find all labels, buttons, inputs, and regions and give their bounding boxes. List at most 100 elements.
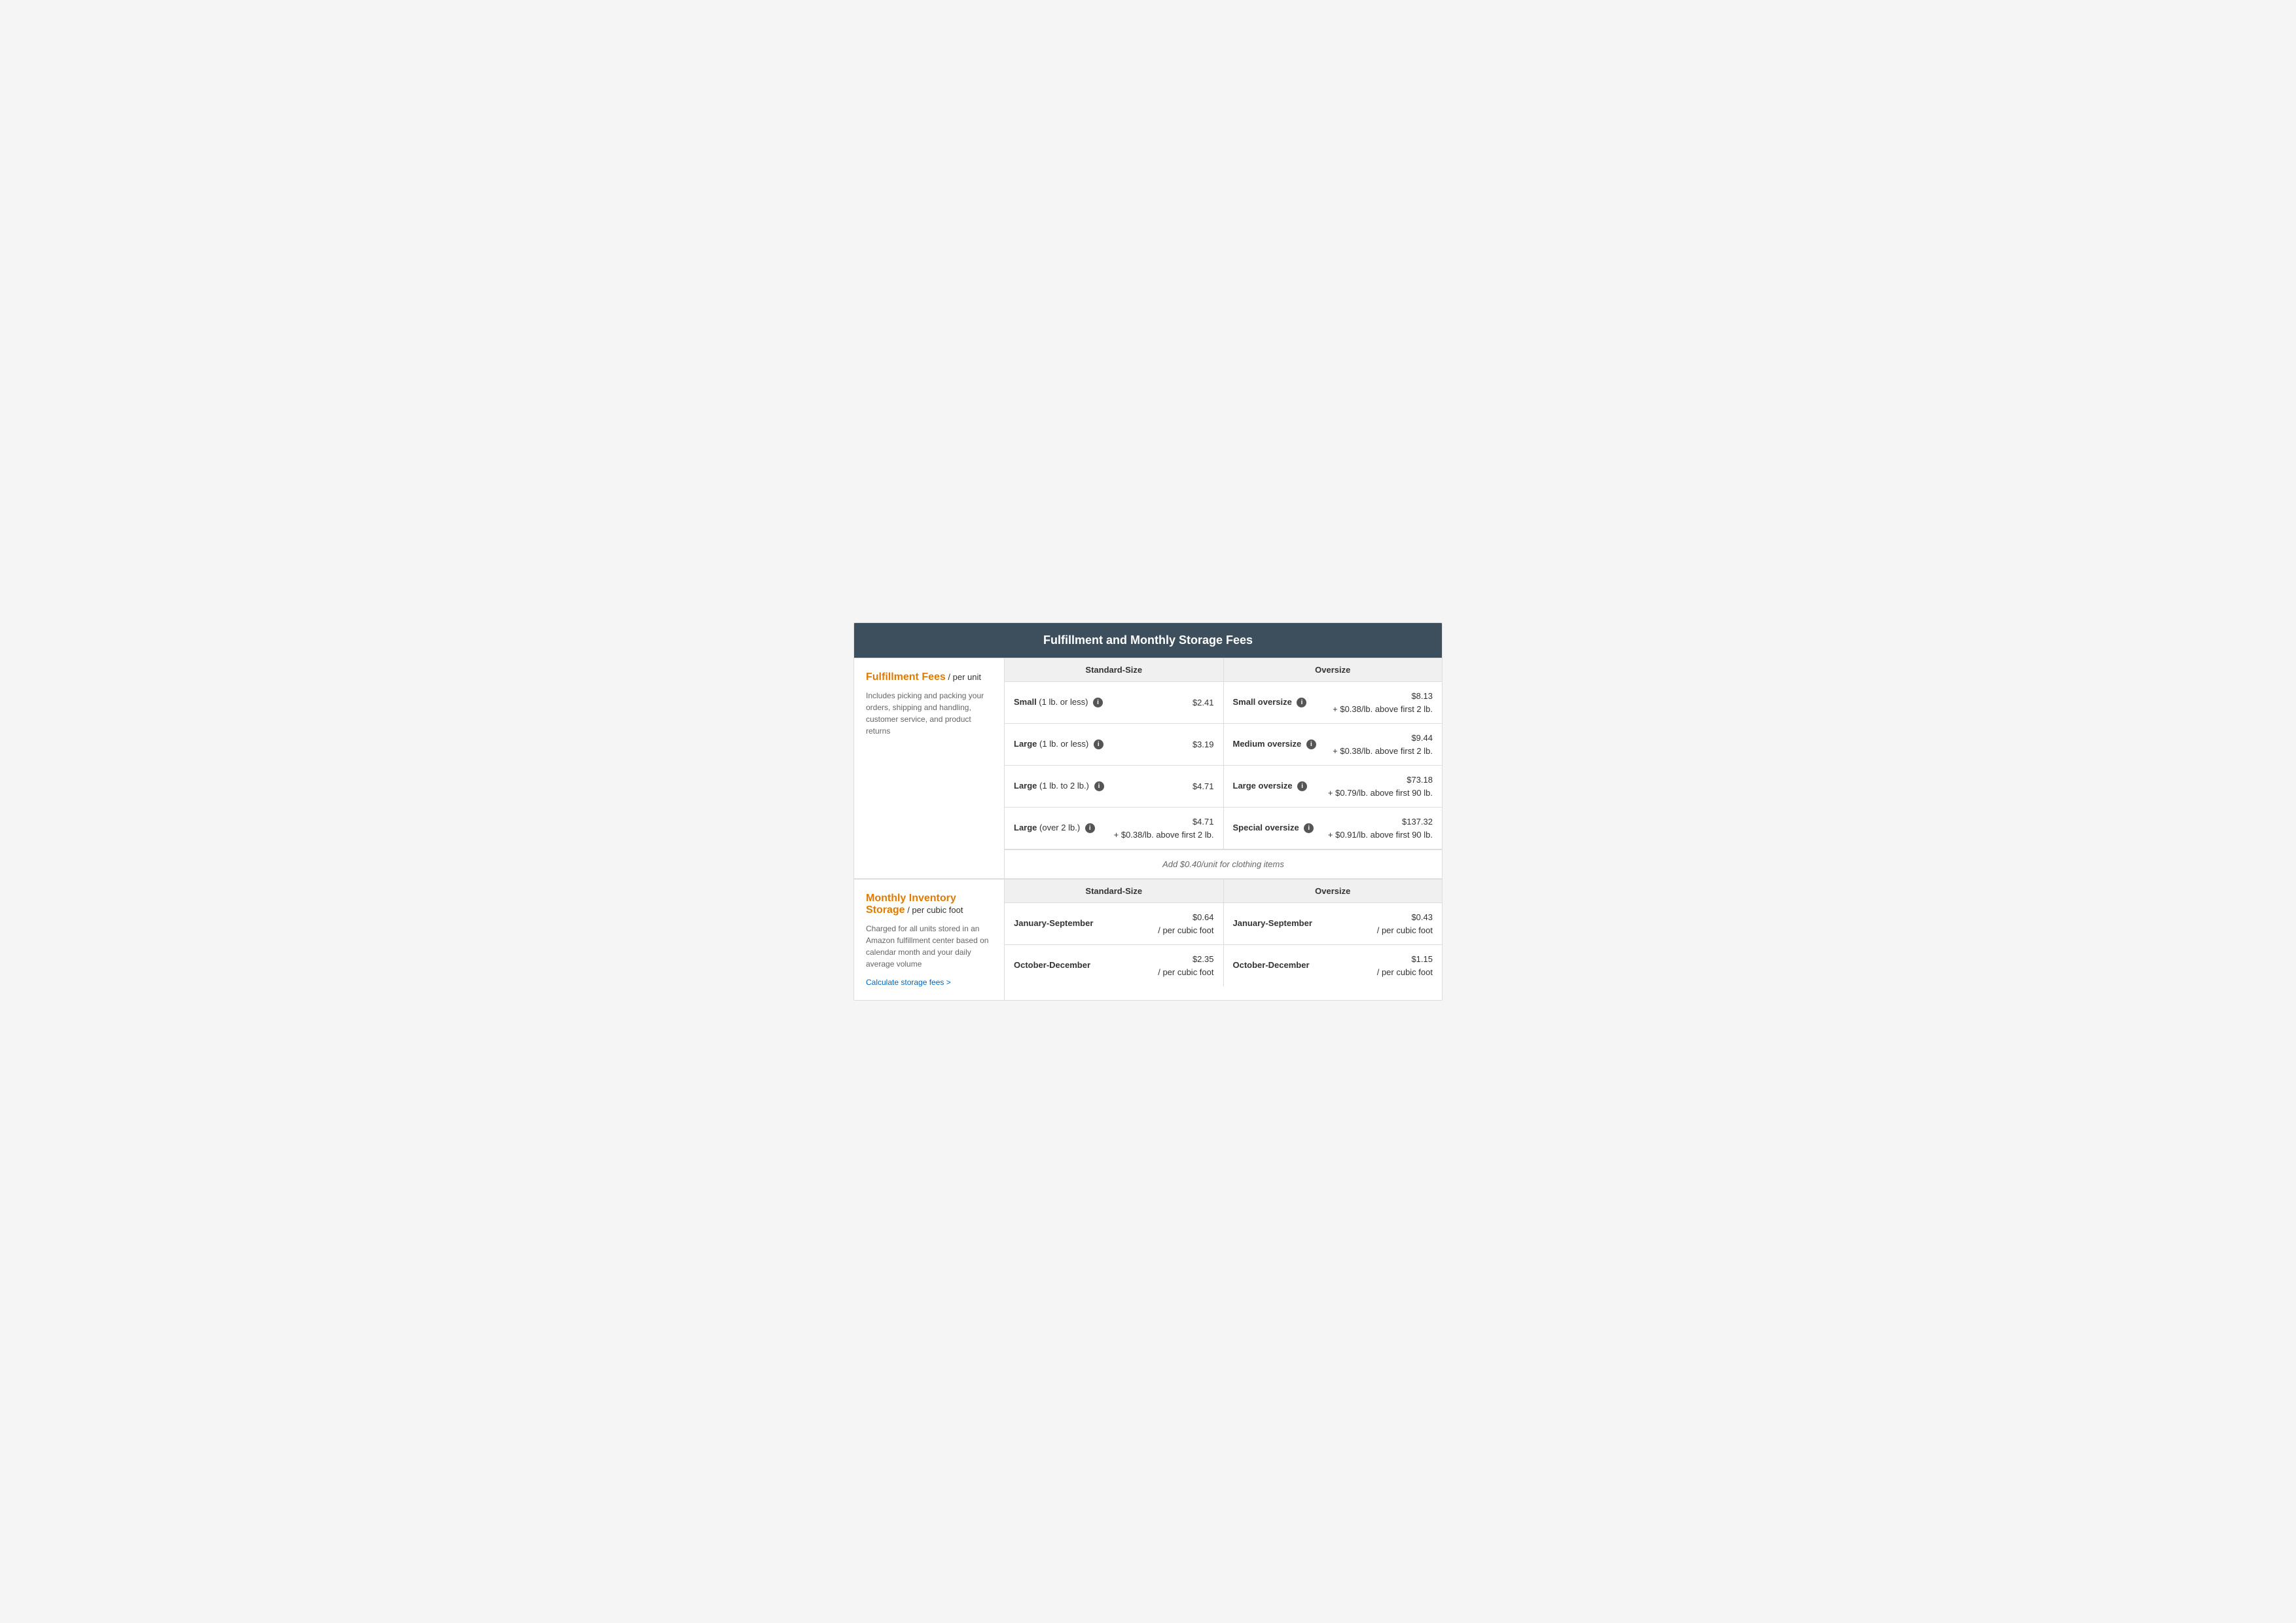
storage-oversize-price-1: $1.15 / per cubic foot bbox=[1348, 953, 1433, 978]
storage-standard-label-0: January-September bbox=[1014, 918, 1129, 929]
standard-note-3: + $0.38/lb. above first 2 lb. bbox=[1114, 830, 1214, 840]
fulfillment-section: Fulfillment Fees / per unit Includes pic… bbox=[854, 658, 1442, 878]
oversize-price-val-3: $137.32 bbox=[1402, 817, 1433, 827]
fulfillment-oversize-0: Small oversize i $8.13 + $0.38/lb. above… bbox=[1224, 682, 1443, 723]
fulfillment-standard-label-3: Large (over 2 lb.) i bbox=[1014, 822, 1114, 834]
fulfillment-row-3: Large (over 2 lb.) i $4.71 + $0.38/lb. a… bbox=[1005, 808, 1442, 849]
fulfillment-row-2: Large (1 lb. to 2 lb.) i $4.71 Large ove… bbox=[1005, 766, 1442, 808]
storage-standard-header: Standard-Size bbox=[1005, 880, 1224, 902]
storage-right-col: Standard-Size Oversize January-September… bbox=[1005, 880, 1442, 1000]
fulfillment-standard-price-0: $2.41 bbox=[1129, 696, 1214, 709]
storage-standard-1: October-December $2.35 / per cubic foot bbox=[1005, 945, 1224, 986]
fulfillment-desc: Includes picking and packing your orders… bbox=[866, 690, 992, 737]
storage-subheader-row: Standard-Size Oversize bbox=[1005, 880, 1442, 903]
storage-unit-0: / per cubic foot bbox=[1158, 925, 1213, 935]
fulfillment-oversize-label-bold-1: Medium oversize bbox=[1233, 739, 1302, 749]
storage-standard-label-bold-1: October-December bbox=[1014, 960, 1090, 970]
oversize-note-0: + $0.38/lb. above first 2 lb. bbox=[1333, 704, 1433, 714]
fulfillment-left-col: Fulfillment Fees / per unit Includes pic… bbox=[854, 658, 1005, 878]
fulfillment-oversize-label-2: Large oversize i bbox=[1233, 780, 1328, 792]
storage-oversize-price-0: $0.43 / per cubic foot bbox=[1348, 911, 1433, 936]
storage-left-col: Monthly Inventory Storage / per cubic fo… bbox=[854, 880, 1005, 1000]
calc-link[interactable]: Calculate storage fees > bbox=[866, 978, 992, 987]
info-icon-oversize-3[interactable]: i bbox=[1304, 823, 1314, 833]
fulfillment-oversize-price-1: $9.44 + $0.38/lb. above first 2 lb. bbox=[1333, 732, 1433, 757]
fulfillment-title: Fulfillment Fees bbox=[866, 671, 946, 683]
fulfillment-oversize-price-3: $137.32 + $0.91/lb. above first 90 lb. bbox=[1328, 815, 1433, 841]
storage-standard-price-1: $2.35 / per cubic foot bbox=[1129, 953, 1214, 978]
storage-standard-label-1: October-December bbox=[1014, 959, 1129, 971]
fulfillment-row-0: Small (1 lb. or less) i $2.41 Small over… bbox=[1005, 682, 1442, 724]
table-title: Fulfillment and Monthly Storage Fees bbox=[1043, 633, 1253, 647]
fulfillment-standard-header: Standard-Size bbox=[1005, 658, 1224, 681]
storage-section: Monthly Inventory Storage / per cubic fo… bbox=[854, 878, 1442, 1000]
fulfillment-standard-price-1: $3.19 bbox=[1129, 738, 1214, 751]
storage-row-0: January-September $0.64 / per cubic foot… bbox=[1005, 903, 1442, 945]
info-icon-3[interactable]: i bbox=[1085, 823, 1095, 833]
storage-subtitle: / per cubic foot bbox=[905, 905, 963, 915]
fulfillment-oversize-1: Medium oversize i $9.44 + $0.38/lb. abov… bbox=[1224, 724, 1443, 765]
storage-desc: Charged for all units stored in an Amazo… bbox=[866, 923, 992, 970]
oversize-note-1: + $0.38/lb. above first 2 lb. bbox=[1333, 746, 1433, 756]
storage-oversize-header: Oversize bbox=[1224, 880, 1443, 902]
storage-standard-0: January-September $0.64 / per cubic foot bbox=[1005, 903, 1224, 944]
fulfillment-standard-2: Large (1 lb. to 2 lb.) i $4.71 bbox=[1005, 766, 1224, 807]
fulfillment-title-row: Fulfillment Fees / per unit bbox=[866, 671, 992, 683]
fulfillment-oversize-label-bold-0: Small oversize bbox=[1233, 697, 1292, 707]
fulfillment-oversize-2: Large oversize i $73.18 + $0.79/lb. abov… bbox=[1224, 766, 1443, 807]
oversize-price-val-1: $9.44 bbox=[1411, 733, 1433, 743]
fulfillment-standard-price-2: $4.71 bbox=[1129, 780, 1214, 793]
storage-oversize-unit-0: / per cubic foot bbox=[1377, 925, 1433, 935]
fulfillment-oversize-price-2: $73.18 + $0.79/lb. above first 90 lb. bbox=[1328, 774, 1433, 799]
storage-oversize-0: January-September $0.43 / per cubic foot bbox=[1224, 903, 1443, 944]
oversize-price-val-2: $73.18 bbox=[1407, 775, 1433, 785]
info-icon-oversize-2[interactable]: i bbox=[1297, 781, 1307, 791]
fulfillment-standard-3: Large (over 2 lb.) i $4.71 + $0.38/lb. a… bbox=[1005, 808, 1224, 849]
storage-standard-price-0: $0.64 / per cubic foot bbox=[1129, 911, 1214, 936]
storage-oversize-label-1: October-December bbox=[1233, 959, 1348, 971]
info-icon-2[interactable]: i bbox=[1094, 781, 1104, 791]
fulfillment-row-1: Large (1 lb. or less) i $3.19 Medium ove… bbox=[1005, 724, 1442, 766]
fulfillment-subheader-row: Standard-Size Oversize bbox=[1005, 658, 1442, 682]
oversize-note-2: + $0.79/lb. above first 90 lb. bbox=[1328, 788, 1433, 798]
fulfillment-oversize-3: Special oversize i $137.32 + $0.91/lb. a… bbox=[1224, 808, 1443, 849]
storage-oversize-1: October-December $1.15 / per cubic foot bbox=[1224, 945, 1443, 986]
storage-oversize-unit-1: / per cubic foot bbox=[1377, 967, 1433, 977]
fulfillment-oversize-label-bold-2: Large oversize bbox=[1233, 781, 1293, 791]
storage-row-1: October-December $2.35 / per cubic foot … bbox=[1005, 945, 1442, 986]
standard-price-val-3: $4.71 bbox=[1193, 817, 1214, 827]
fulfillment-oversize-label-bold-3: Special oversize bbox=[1233, 823, 1299, 832]
fulfillment-oversize-label-0: Small oversize i bbox=[1233, 696, 1333, 708]
fulfillment-standard-label-bold-1: Large bbox=[1014, 739, 1037, 749]
info-icon-1[interactable]: i bbox=[1094, 740, 1103, 749]
fulfillment-standard-label-1: Large (1 lb. or less) i bbox=[1014, 738, 1129, 750]
fulfillment-oversize-label-3: Special oversize i bbox=[1233, 822, 1328, 834]
storage-unit-1: / per cubic foot bbox=[1158, 967, 1213, 977]
main-container: Fulfillment and Monthly Storage Fees Ful… bbox=[853, 622, 1443, 1001]
storage-price-val-0: $0.64 bbox=[1193, 912, 1214, 922]
storage-standard-label-bold-0: January-September bbox=[1014, 918, 1093, 928]
clothing-note: Add $0.40/unit for clothing items bbox=[1005, 849, 1442, 878]
storage-oversize-price-val-1: $1.15 bbox=[1411, 954, 1433, 964]
storage-oversize-label-bold-1: October-December bbox=[1233, 960, 1310, 970]
info-icon-0[interactable]: i bbox=[1093, 698, 1103, 707]
fulfillment-oversize-label-1: Medium oversize i bbox=[1233, 738, 1333, 750]
storage-title-row: Monthly Inventory Storage / per cubic fo… bbox=[866, 893, 992, 916]
fulfillment-standard-1: Large (1 lb. or less) i $3.19 bbox=[1005, 724, 1224, 765]
fulfillment-standard-0: Small (1 lb. or less) i $2.41 bbox=[1005, 682, 1224, 723]
fulfillment-oversize-header: Oversize bbox=[1224, 658, 1443, 681]
storage-oversize-label-bold-0: January-September bbox=[1233, 918, 1312, 928]
info-icon-oversize-1[interactable]: i bbox=[1306, 740, 1316, 749]
storage-price-val-1: $2.35 bbox=[1193, 954, 1214, 964]
oversize-price-val-0: $8.13 bbox=[1411, 691, 1433, 701]
fulfillment-subtitle: / per unit bbox=[946, 672, 981, 682]
fulfillment-standard-label-bold-2: Large bbox=[1014, 781, 1037, 791]
fulfillment-standard-label-0: Small (1 lb. or less) i bbox=[1014, 696, 1129, 708]
fulfillment-standard-label-2: Large (1 lb. to 2 lb.) i bbox=[1014, 780, 1129, 792]
fulfillment-standard-price-3: $4.71 + $0.38/lb. above first 2 lb. bbox=[1114, 815, 1214, 841]
fulfillment-oversize-price-0: $8.13 + $0.38/lb. above first 2 lb. bbox=[1333, 690, 1433, 715]
fulfillment-standard-label-bold-3: Large bbox=[1014, 823, 1037, 832]
info-icon-oversize-0[interactable]: i bbox=[1297, 698, 1306, 707]
storage-oversize-price-val-0: $0.43 bbox=[1411, 912, 1433, 922]
storage-oversize-label-0: January-September bbox=[1233, 918, 1348, 929]
